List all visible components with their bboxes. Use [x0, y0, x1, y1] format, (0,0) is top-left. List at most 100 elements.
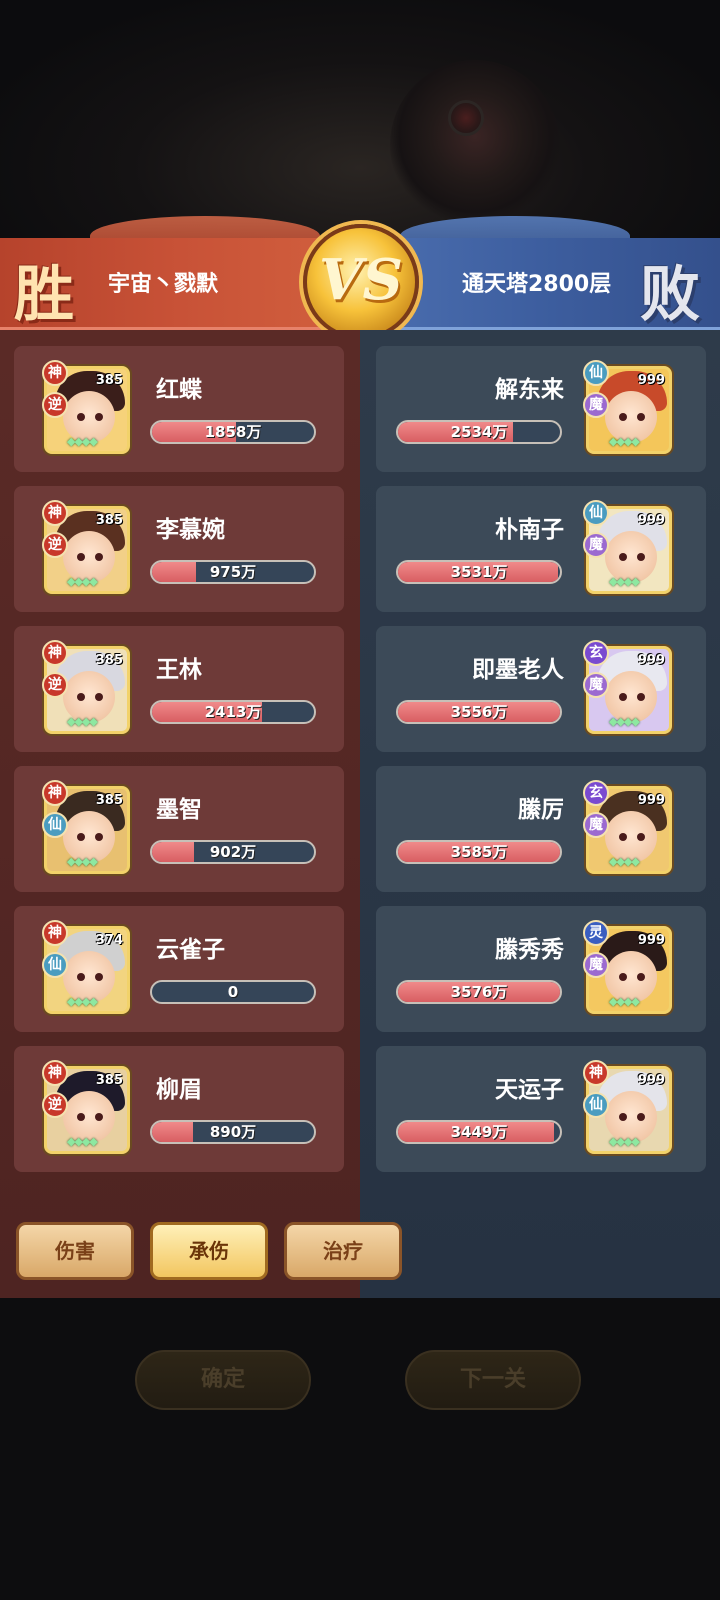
stat-bar: 2413万 [150, 700, 316, 724]
hero-level: 999 [637, 513, 665, 528]
hero-faction-tag: 仙 [583, 1092, 609, 1118]
hero-faction-tag: 仙 [583, 360, 609, 386]
star-rank-icon: ◆◆◆◆ [609, 575, 640, 588]
stat-bar: 902万 [150, 840, 316, 864]
hero-level: 385 [95, 793, 123, 808]
hero-card[interactable]: 374 ◆◆◆◆ 神仙 云雀子 0 [14, 906, 344, 1032]
stat-bar: 3531万 [396, 560, 562, 584]
hero-name: 天运子 [495, 1077, 564, 1103]
hero-eye [637, 693, 645, 701]
star-rank-icon: ◆◆◆◆ [609, 995, 640, 1008]
hero-faction-tag: 魔 [583, 812, 609, 838]
hero-eye [619, 833, 627, 841]
vs-badge: VS [303, 224, 419, 340]
hero-eye [619, 553, 627, 561]
stat-value: 902万 [209, 843, 257, 861]
stat-value: 2413万 [204, 703, 262, 721]
hero-eye [95, 973, 103, 981]
hero-faction-tag: 神 [583, 1060, 609, 1086]
star-rank-icon: ◆◆◆◆ [67, 855, 98, 868]
hero-level: 999 [637, 793, 665, 808]
hero-faction-tag: 神 [42, 920, 68, 946]
hero-eye [637, 973, 645, 981]
hero-faction-tag: 魔 [583, 532, 609, 558]
hero-eye [637, 833, 645, 841]
hero-name: 解东来 [495, 377, 564, 403]
hero-level: 999 [637, 653, 665, 668]
hero-faction-tag: 逆 [42, 1092, 68, 1118]
hero-name: 墨智 [156, 797, 202, 823]
hero-level: 999 [637, 373, 665, 388]
hero-name: 朴南子 [495, 517, 564, 543]
hero-eye [77, 973, 85, 981]
hero-card[interactable]: 385 ◆◆◆◆ 神逆 红蝶 1858万 [14, 346, 344, 472]
hero-level: 999 [637, 1073, 665, 1088]
hero-card[interactable]: 999 ◆◆◆◆ 神仙天运子 3449万 [376, 1046, 706, 1172]
hero-eye [619, 973, 627, 981]
hero-card[interactable]: 999 ◆◆◆◆ 仙魔解东来 2534万 [376, 346, 706, 472]
stat-bar: 890万 [150, 1120, 316, 1144]
hero-faction-tag: 逆 [42, 532, 68, 558]
next-level-button[interactable]: 下一关 [405, 1350, 581, 1410]
hero-card[interactable]: 999 ◆◆◆◆ 玄魔縢厉 3585万 [376, 766, 706, 892]
hero-name: 云雀子 [156, 937, 225, 963]
confirm-button[interactable]: 确定 [135, 1350, 311, 1410]
star-rank-icon: ◆◆◆◆ [609, 435, 640, 448]
stat-bar: 3556万 [396, 700, 562, 724]
hero-level: 385 [95, 373, 123, 388]
hero-card[interactable]: 999 ◆◆◆◆ 玄魔即墨老人 3556万 [376, 626, 706, 752]
hero-faction-tag: 神 [42, 360, 68, 386]
hero-eye [77, 693, 85, 701]
hero-faction-tag: 仙 [583, 500, 609, 526]
loser-team-name: 通天塔2800层 [462, 272, 612, 297]
stat-bar: 1858万 [150, 420, 316, 444]
stat-value: 0 [227, 983, 239, 1001]
hero-level: 385 [95, 1073, 123, 1088]
star-rank-icon: ◆◆◆◆ [67, 435, 98, 448]
hero-name: 红蝶 [156, 377, 202, 403]
stat-value: 3531万 [450, 563, 508, 581]
hero-level: 374 [95, 933, 123, 948]
hero-card[interactable]: 385 ◆◆◆◆ 神逆 柳眉 890万 [14, 1046, 344, 1172]
hero-name: 縢秀秀 [495, 937, 564, 963]
stat-value: 890万 [209, 1123, 257, 1141]
star-rank-icon: ◆◆◆◆ [67, 995, 98, 1008]
hero-faction-tag: 神 [42, 1060, 68, 1086]
hero-faction-tag: 魔 [583, 952, 609, 978]
star-rank-icon: ◆◆◆◆ [67, 575, 98, 588]
hero-eye [95, 553, 103, 561]
hero-faction-tag: 逆 [42, 392, 68, 418]
background-scene [0, 0, 720, 240]
hero-eye [77, 1113, 85, 1121]
hero-card[interactable]: 385 ◆◆◆◆ 神逆 李慕婉 975万 [14, 486, 344, 612]
hero-name: 李慕婉 [156, 517, 225, 543]
stat-bar: 975万 [150, 560, 316, 584]
hero-eye [619, 413, 627, 421]
lose-label: 败 [640, 260, 700, 330]
hero-level: 385 [95, 513, 123, 528]
hero-eye [77, 413, 85, 421]
hero-name: 縢厉 [518, 797, 564, 823]
stat-bar: 3449万 [396, 1120, 562, 1144]
winner-team-name: 宇宙丶戮默 [108, 272, 219, 297]
hero-faction-tag: 神 [42, 500, 68, 526]
hero-name: 即墨老人 [472, 657, 564, 683]
stat-value: 1858万 [204, 423, 262, 441]
win-label: 胜 [14, 260, 74, 330]
tab-damage[interactable]: 伤害 [16, 1222, 134, 1280]
hero-card[interactable]: 385 ◆◆◆◆ 神逆 王林 2413万 [14, 626, 344, 752]
hero-name: 王林 [156, 657, 202, 683]
tab-damage-taken[interactable]: 承伤 [150, 1222, 268, 1280]
hero-card[interactable]: 999 ◆◆◆◆ 灵魔縢秀秀 3576万 [376, 906, 706, 1032]
hero-faction-tag: 逆 [42, 672, 68, 698]
hero-eye [637, 413, 645, 421]
hero-faction-tag: 玄 [583, 780, 609, 806]
tab-healing[interactable]: 治疗 [284, 1222, 402, 1280]
hero-eye [619, 693, 627, 701]
hero-card[interactable]: 385 ◆◆◆◆ 神仙 墨智 902万 [14, 766, 344, 892]
hero-faction-tag: 灵 [583, 920, 609, 946]
hero-card[interactable]: 999 ◆◆◆◆ 仙魔朴南子 3531万 [376, 486, 706, 612]
stat-bar: 2534万 [396, 420, 562, 444]
stat-bar: 3585万 [396, 840, 562, 864]
hero-faction-tag: 魔 [583, 672, 609, 698]
